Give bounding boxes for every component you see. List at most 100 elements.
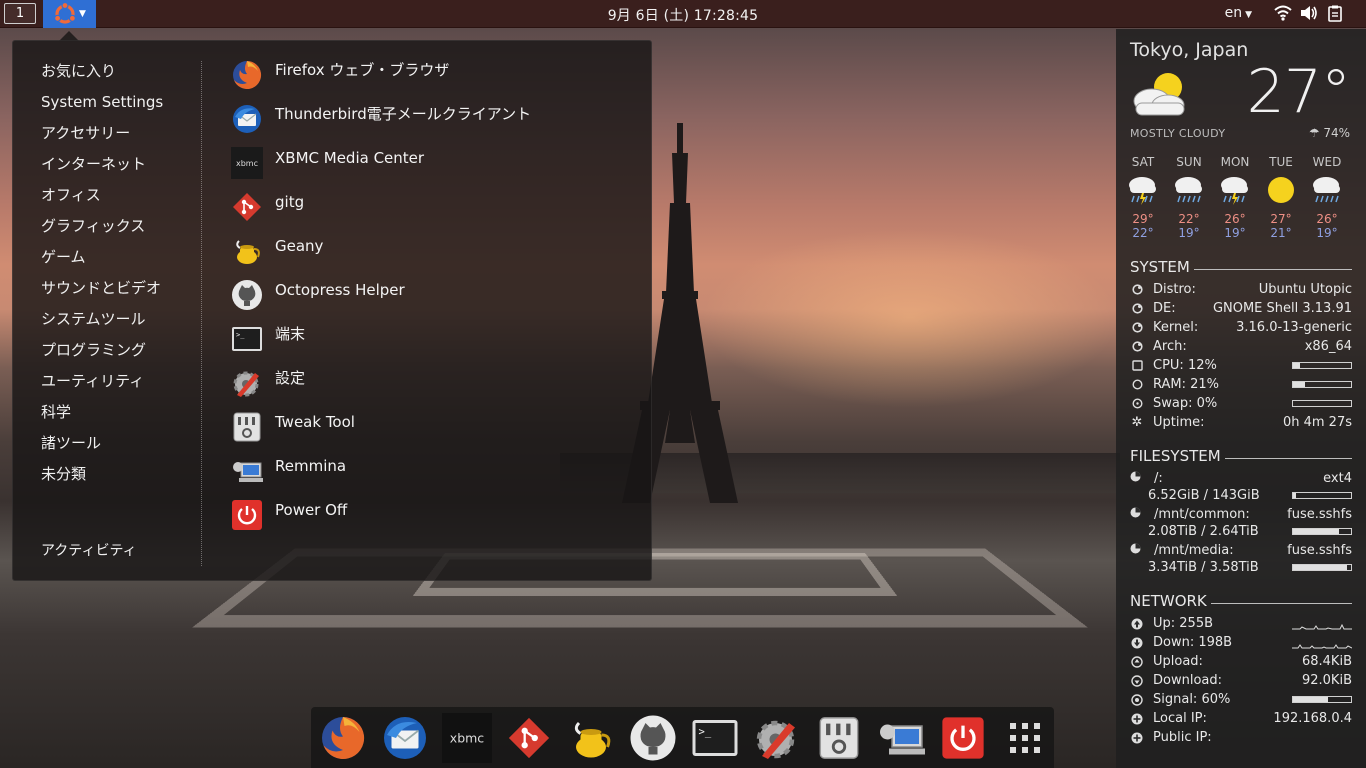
category-sound-video[interactable]: サウンドとビデオ [41, 277, 201, 308]
category-graphics[interactable]: グラフィックス [41, 215, 201, 246]
mount-usage: 2.08TiB / 2.64TiB [1148, 524, 1259, 539]
app-item-remmina[interactable]: Remmina [231, 455, 631, 499]
row-label: DE: [1153, 301, 1176, 316]
menu-divider [201, 61, 202, 566]
activities-link[interactable]: アクティビティ [41, 540, 137, 560]
app-item-terminal[interactable]: >_ 端末 [231, 323, 631, 367]
app-item-gitg[interactable]: gitg [231, 191, 631, 235]
app-item-tweak-tool[interactable]: Tweak Tool [231, 411, 631, 455]
signal-bar [1292, 696, 1352, 703]
row-label: Uptime: [1153, 415, 1205, 430]
category-games[interactable]: ゲーム [41, 246, 201, 277]
dock-remmina-icon[interactable] [875, 712, 927, 764]
rain-storm-icon [1212, 172, 1258, 208]
dock-tweak-tool-icon[interactable] [813, 712, 865, 764]
dock-thunderbird-icon[interactable] [379, 712, 431, 764]
wifi-icon[interactable] [1274, 4, 1292, 22]
dock-settings-icon[interactable] [751, 712, 803, 764]
category-science[interactable]: 科学 [41, 401, 201, 432]
net-public-ip-row: Public IP: [1130, 728, 1352, 747]
dock: xbmc >_ [311, 707, 1054, 768]
system-tray: en ▼ [1225, 4, 1344, 22]
app-item-thunderbird[interactable]: Thunderbird電子メールクライアント [231, 103, 631, 147]
de-icon [1130, 302, 1144, 316]
app-item-geany[interactable]: Geany [231, 235, 631, 279]
dock-geany-icon[interactable] [565, 712, 617, 764]
upload-sparkline [1292, 623, 1352, 629]
app-item-octopress-helper[interactable]: Octopress Helper [231, 279, 631, 323]
forecast-low: 21° [1270, 226, 1292, 240]
input-language-selector[interactable]: en ▼ [1225, 5, 1252, 21]
category-system-tools[interactable]: システムツール [41, 308, 201, 339]
category-list: お気に入り System Settings アクセサリー インターネット オフィ… [41, 60, 201, 494]
category-favorites[interactable]: お気に入り [41, 60, 201, 91]
dock-terminal-icon[interactable]: >_ [689, 712, 741, 764]
category-internet[interactable]: インターネット [41, 153, 201, 184]
category-other-tools[interactable]: 諸ツール [41, 432, 201, 463]
mount-media: /mnt/media: fuse.sshfs 3.34TiB / 3.58TiB [1130, 542, 1352, 576]
app-item-settings[interactable]: 設定 [231, 367, 631, 411]
show-apps-grid-icon[interactable] [999, 712, 1051, 764]
thunderbird-icon [231, 103, 263, 135]
section-label: NETWORK [1130, 592, 1207, 610]
volume-icon[interactable] [1300, 4, 1318, 22]
app-item-power-off[interactable]: Power Off [231, 499, 631, 543]
app-list: Firefox ウェブ・ブラウザ Thunderbird電子メールクライアント … [231, 59, 631, 543]
dock-firefox-icon[interactable] [317, 712, 369, 764]
category-utilities[interactable]: ユーティリティ [41, 370, 201, 401]
tweak-tool-icon [231, 411, 263, 443]
distro-icon [1130, 283, 1144, 297]
power-icon [231, 499, 263, 531]
mount-type: fuse.sshfs [1287, 507, 1352, 522]
plus-circle-icon [1130, 731, 1144, 745]
category-office[interactable]: オフィス [41, 184, 201, 215]
rain-storm-icon [1120, 172, 1166, 208]
rain-icon [1304, 172, 1350, 208]
swap-icon [1130, 397, 1144, 411]
app-label: Tweak Tool [275, 413, 355, 431]
settings-icon [231, 367, 263, 399]
app-label: 端末 [275, 325, 306, 343]
sunset-glow [700, 228, 1120, 408]
clipboard-icon[interactable] [1326, 4, 1344, 22]
row-value: 192.168.0.4 [1273, 711, 1352, 726]
dock-gitg-icon[interactable] [503, 712, 555, 764]
forecast-day: SUN 22° 19° [1166, 155, 1212, 240]
distro-row: Distro: Ubuntu Utopic [1130, 280, 1352, 299]
category-accessories[interactable]: アクセサリー [41, 122, 201, 153]
dock-xbmc-icon[interactable]: xbmc [441, 712, 493, 764]
category-uncategorized[interactable]: 未分類 [41, 463, 201, 494]
forecast-day: TUE 27° 21° [1258, 155, 1304, 240]
bar-fill [1293, 493, 1296, 498]
weather-condition: MOSTLY CLOUDY [1130, 127, 1226, 140]
mount-type: ext4 [1323, 471, 1352, 486]
svg-text:>_: >_ [236, 331, 245, 339]
app-item-firefox[interactable]: Firefox ウェブ・ブラウザ [231, 59, 631, 103]
net-local-ip-row: Local IP: 192.168.0.4 [1130, 709, 1352, 728]
forecast-day-name: MON [1220, 155, 1250, 169]
row-label: Kernel: [1153, 320, 1199, 335]
humidity-value: 74% [1323, 126, 1350, 140]
download-sparkline [1292, 643, 1352, 648]
clock[interactable]: 9月 6日 (土) 17:28:45 [0, 5, 1366, 25]
download-speed: Down: 198B [1153, 635, 1233, 650]
dock-power-icon[interactable] [937, 712, 989, 764]
forecast-high: 29° [1132, 212, 1154, 226]
section-rule [1210, 602, 1352, 604]
app-label: 設定 [275, 369, 306, 387]
category-system-settings[interactable]: System Settings [41, 91, 201, 122]
signal-label: Signal: 60% [1153, 692, 1231, 707]
mount-root: /: ext4 6.52GiB / 143GiB [1130, 470, 1352, 504]
forecast-low: 19° [1224, 226, 1246, 240]
dock-octocat-icon[interactable] [627, 712, 679, 764]
section-rule [1224, 457, 1352, 459]
category-programming[interactable]: プログラミング [41, 339, 201, 370]
forecast-high: 26° [1316, 212, 1338, 226]
forecast-day-name: SAT [1131, 155, 1155, 169]
kernel-icon [1130, 321, 1144, 335]
bar-fill [1293, 565, 1347, 570]
app-label: Geany [275, 237, 324, 255]
net-download-total-row: Download: 92.0KiB [1130, 671, 1352, 690]
row-label: Local IP: [1153, 711, 1207, 726]
app-item-xbmc[interactable]: xbmc XBMC Media Center [231, 147, 631, 191]
